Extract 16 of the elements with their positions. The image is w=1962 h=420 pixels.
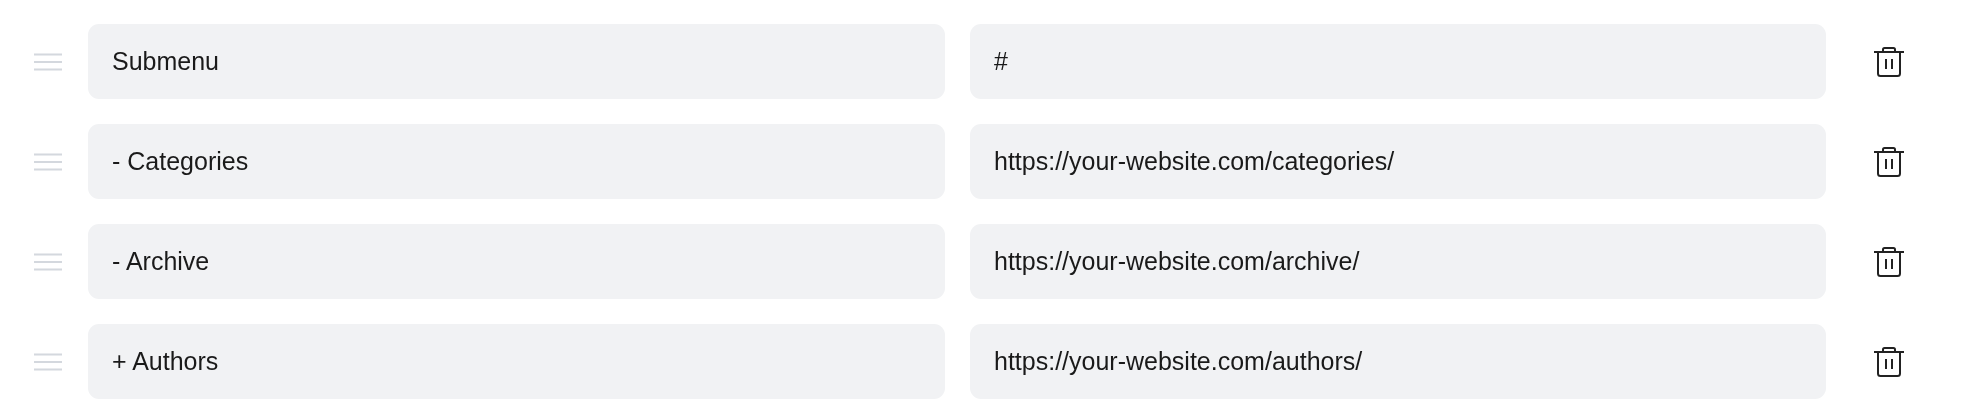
input-field[interactable]: https://your-website.com/archive/ bbox=[970, 224, 1826, 299]
input-field[interactable]: https://your-website.com/authors/ bbox=[970, 324, 1826, 399]
drag-handle-icon[interactable] bbox=[34, 152, 62, 171]
delete-icon[interactable] bbox=[1873, 146, 1905, 177]
input-field[interactable]: # bbox=[970, 24, 1826, 99]
drag-handle-icon[interactable] bbox=[34, 52, 62, 71]
input-field[interactable]: Submenu bbox=[88, 24, 945, 99]
input-field[interactable]: https://your-website.com/categories/ bbox=[970, 124, 1826, 199]
delete-icon[interactable] bbox=[1873, 346, 1905, 377]
delete-icon[interactable] bbox=[1873, 46, 1905, 77]
input-field[interactable]: + Authors bbox=[88, 324, 945, 399]
input-field[interactable]: - Archive bbox=[88, 224, 945, 299]
delete-icon[interactable] bbox=[1873, 246, 1905, 277]
drag-handle-icon[interactable] bbox=[34, 352, 62, 371]
input-field[interactable]: - Categories bbox=[88, 124, 945, 199]
drag-handle-icon[interactable] bbox=[34, 252, 62, 271]
